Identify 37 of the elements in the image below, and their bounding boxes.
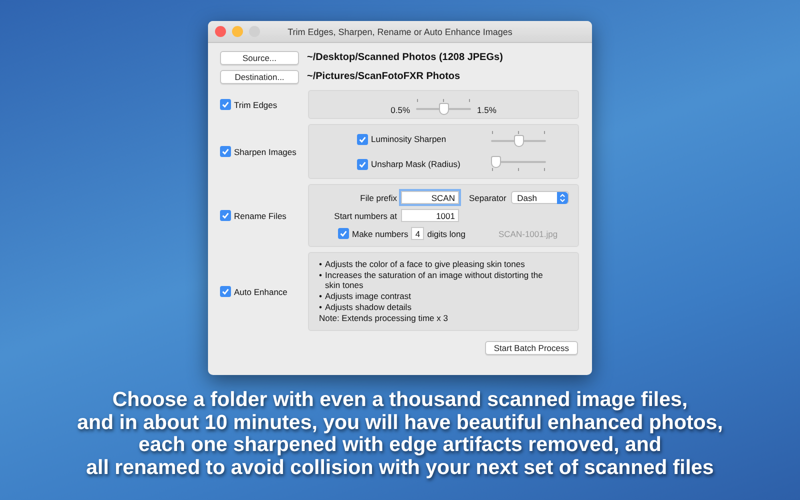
bullet-text: Adjusts shadow details: [324, 302, 412, 313]
option-label: digits long: [427, 228, 466, 238]
start-number-field[interactable]: 1001: [401, 209, 459, 222]
choose-folder-button[interactable]: Source...: [220, 50, 299, 64]
folder-path: ~/Desktop/Scanned Photos (1208 JPEGs): [307, 52, 503, 63]
field-label: Start numbers at: [333, 210, 397, 220]
bullet-icon: •: [319, 291, 322, 302]
option-label: Make numbers: [352, 228, 408, 238]
caption-text: all renamed to avoid collision with your next set of scanned files: [86, 456, 714, 479]
caption-text: each one sharpened with edge artifacts removed, and: [138, 434, 662, 456]
caption-text: and in about 10 minutes, you will have beautiful enhanced photos,: [77, 412, 723, 434]
separator-dropdown[interactable]: Dash: [511, 191, 570, 204]
bullet-text: Adjusts image contrast: [324, 291, 411, 302]
min-label: 0.5%: [390, 104, 410, 114]
field-label: Separator: [468, 192, 508, 202]
folder-path: ~/Pictures/ScanFotoFXR Photos: [307, 71, 460, 82]
max-label: 1.5%: [477, 104, 496, 114]
caption-text: Choose a folder with even a thousand scanned image files,: [112, 389, 688, 412]
option-label: Unsharp Mask (Radius): [371, 159, 460, 169]
option-label: Trim Edges: [234, 100, 278, 110]
option-label: Sharpen Images: [234, 146, 296, 156]
option-label: Rename Files: [234, 210, 286, 220]
start-button[interactable]: Start Batch Process: [484, 341, 578, 356]
bullet-text: Increases the saturation of an image without distorting the skin tones: [324, 270, 544, 292]
bullet-icon: •: [319, 259, 322, 270]
window-title: Trim Edges, Sharpen, Rename or Auto Enhance Images: [286, 26, 514, 36]
bullet-icon: •: [319, 270, 322, 292]
filename-example: SCAN-1001.jpg: [498, 228, 558, 238]
field-label: File prefix: [359, 192, 397, 202]
choose-folder-button[interactable]: Destination...: [220, 70, 299, 84]
note-text: Note: Extends processing time x 3: [319, 312, 449, 324]
digits-field[interactable]: 4: [411, 227, 424, 240]
option-label: Auto Enhance: [234, 286, 288, 297]
prefix-field[interactable]: SCAN: [401, 191, 459, 204]
option-label: Luminosity Sharpen: [371, 134, 446, 144]
bullet-text: Adjusts the color of a face to give pleasing skin tones: [324, 259, 525, 270]
bullet-icon: •: [319, 302, 322, 313]
